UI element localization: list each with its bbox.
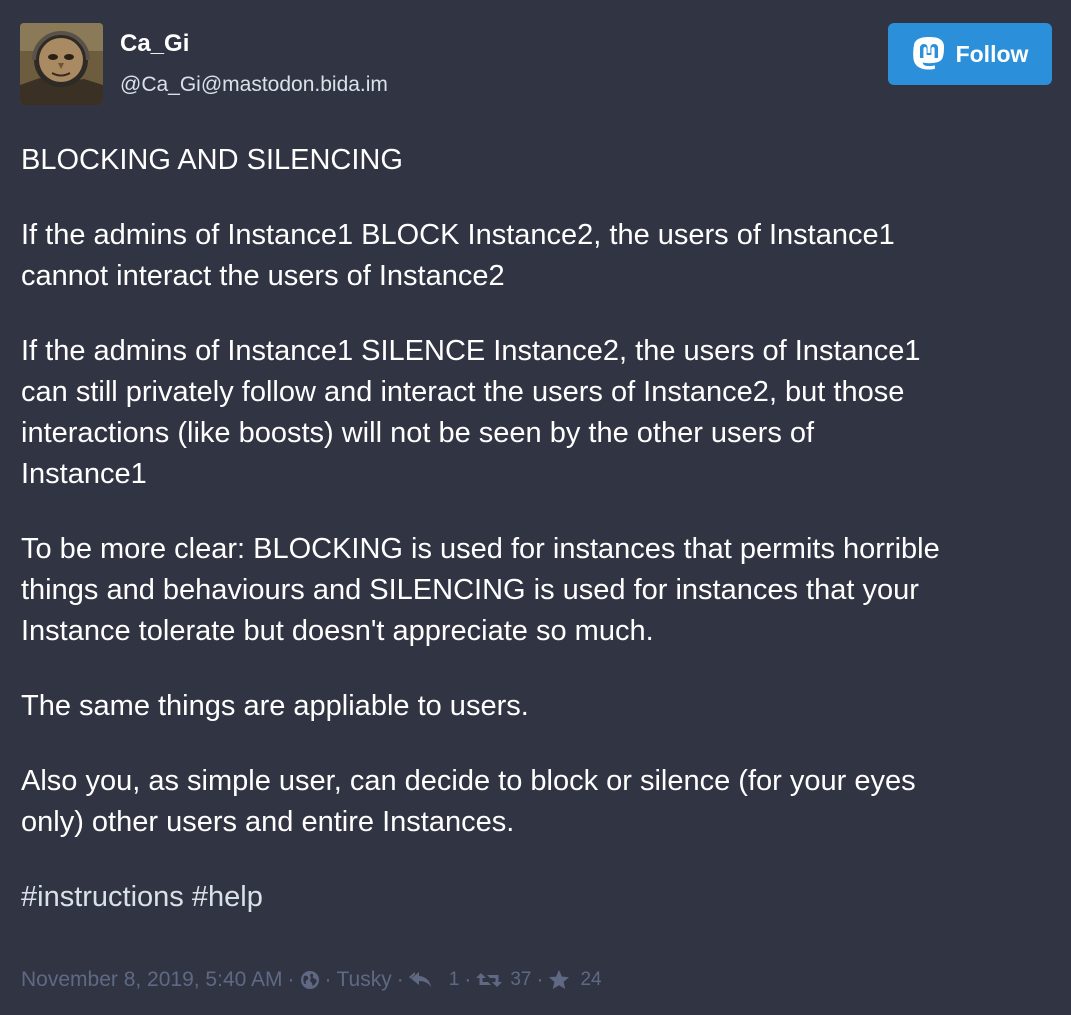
status-content: BLOCKING AND SILENCING If the admins of …: [21, 140, 1051, 952]
boost-icon[interactable]: [476, 970, 503, 990]
mastodon-logo-icon: [912, 37, 944, 70]
follow-button-label: Follow: [955, 40, 1029, 67]
post-paragraph-1: If the admins of Instance1 BLOCK Instanc…: [21, 215, 1051, 297]
display-name[interactable]: Ca_Gi: [120, 29, 388, 59]
reply-all-icon[interactable]: [408, 970, 435, 990]
hashtag-link[interactable]: #help: [192, 881, 263, 913]
meta-separator: ·: [464, 968, 472, 991]
meta-separator: ·: [396, 968, 404, 991]
meta-separator: ·: [324, 968, 332, 991]
meta-separator: ·: [536, 968, 544, 991]
star-icon[interactable]: [548, 969, 570, 991]
author-info[interactable]: Ca_Gi @Ca_Gi@mastodon.bida.im: [120, 29, 388, 100]
replies-count: 1: [448, 969, 460, 990]
post-paragraph-4: The same things are appliable to users.: [21, 686, 1051, 727]
avatar-image: [20, 23, 103, 105]
status-meta: November 8, 2019, 5:40 AM · · Tusky · 1 …: [21, 962, 602, 998]
post-text-line: If the admins of Instance1 SILENCE Insta…: [21, 335, 921, 367]
post-text-line: To be more clear: BLOCKING is used for i…: [21, 533, 940, 565]
post-title: BLOCKING AND SILENCING: [21, 144, 403, 176]
post-text-line: If the admins of Instance1 BLOCK Instanc…: [21, 219, 895, 251]
post-text-line: can still privately follow and interact …: [21, 376, 905, 408]
favourites-count: 24: [580, 969, 602, 990]
post-paragraph-3: To be more clear: BLOCKING is used for i…: [21, 529, 1051, 652]
post-text-line: only) other users and entire Instances.: [21, 806, 515, 838]
status-header: Ca_Gi @Ca_Gi@mastodon.bida.im Follow: [20, 23, 1052, 105]
post-paragraph-2: If the admins of Instance1 SILENCE Insta…: [21, 331, 1051, 495]
post-title-paragraph: BLOCKING AND SILENCING: [21, 140, 1051, 181]
post-text-line: Also you, as simple user, can decide to …: [21, 765, 916, 797]
avatar[interactable]: [20, 23, 103, 105]
application-name[interactable]: Tusky: [337, 968, 392, 992]
follow-button[interactable]: Follow: [888, 23, 1052, 85]
post-paragraph-5: Also you, as simple user, can decide to …: [21, 761, 1051, 843]
post-text-line: cannot interact the users of Instance2: [21, 260, 505, 292]
account-handle[interactable]: @Ca_Gi@mastodon.bida.im: [120, 70, 388, 100]
globe-icon: [300, 970, 320, 990]
post-text-line: The same things are appliable to users.: [21, 690, 529, 722]
timestamp[interactable]: November 8, 2019, 5:40 AM: [21, 968, 283, 992]
post-text-line: Instance tolerate but doesn't appreciate…: [21, 615, 654, 647]
post-text-line: things and behaviours and SILENCING is u…: [21, 574, 919, 606]
meta-separator: ·: [287, 968, 295, 991]
hashtag-link[interactable]: #instructions: [21, 881, 184, 913]
post-text-line: Instance1: [21, 458, 147, 490]
boosts-count: 37: [510, 969, 532, 990]
post-hashtags: #instructions #help: [21, 877, 1051, 918]
post-text-line: interactions (like boosts) will not be s…: [21, 417, 815, 449]
